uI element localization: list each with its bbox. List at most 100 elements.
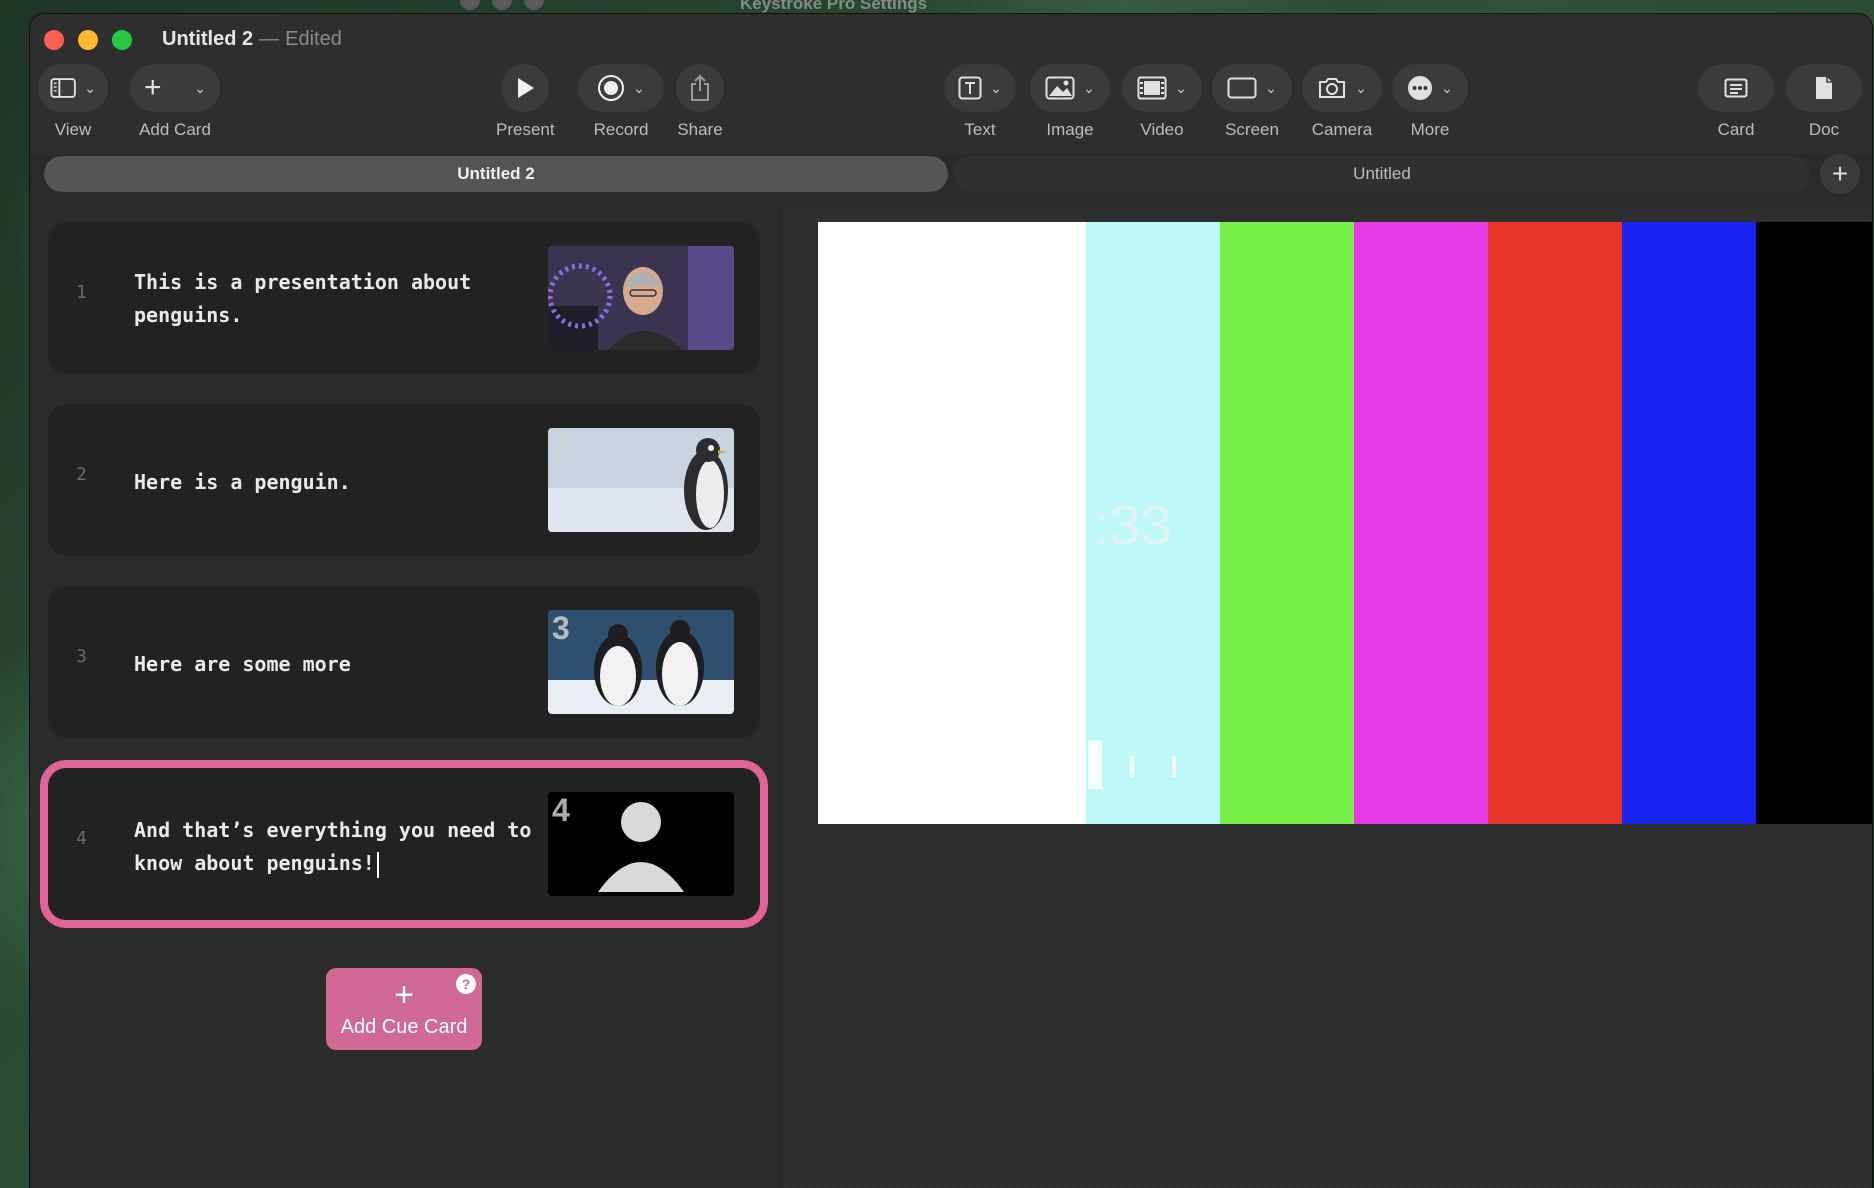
- record-icon: [598, 75, 625, 101]
- plus-icon: +: [144, 71, 162, 104]
- add-cue-card-label: Add Cue Card: [340, 1015, 468, 1038]
- plus-icon: +: [1831, 158, 1849, 189]
- doc-label: Doc: [1808, 120, 1840, 139]
- card-icon: [1724, 78, 1748, 98]
- cue-card-3[interactable]: 3 Here are some more 3: [48, 586, 760, 738]
- record-control: ⌄ Record: [578, 64, 664, 140]
- cue-card-text: And that’s everything you need to know a…: [134, 818, 532, 875]
- doc-view-control: Doc: [1786, 64, 1862, 140]
- help-icon[interactable]: ?: [456, 974, 476, 994]
- tab-bar: Untitled 2 Untitled +: [44, 154, 1860, 194]
- preview-overlay-time: :33: [1094, 493, 1172, 556]
- cue-card-text-editor[interactable]: And that’s everything you need to know a…: [134, 814, 574, 880]
- present-label: Present: [496, 120, 555, 139]
- more-control: ⌄ More: [1392, 64, 1468, 140]
- chevron-down-icon: ⌄: [1441, 79, 1453, 96]
- share-button[interactable]: [676, 64, 724, 112]
- zoom-window-button[interactable]: [112, 30, 132, 50]
- share-control: Share: [676, 64, 724, 140]
- camera-control: ⌄ Camera: [1302, 64, 1382, 140]
- chevron-down-icon: ⌄: [633, 79, 645, 96]
- cue-card-list: 1 This is a presentation about penguins.…: [30, 208, 782, 1188]
- doc-view-button[interactable]: [1786, 64, 1862, 112]
- cue-card-text[interactable]: Here is a penguin.: [134, 466, 574, 499]
- app-window: Untitled 2— Edited ⌄ View + ⌄ Add Card Pr…: [30, 14, 1872, 1188]
- close-window-button[interactable]: [44, 30, 64, 50]
- single-penguin-image: [548, 428, 734, 532]
- cue-card-number: 1: [76, 282, 87, 303]
- camera-button[interactable]: ⌄: [1302, 64, 1382, 112]
- plus-icon: +: [394, 975, 414, 1014]
- view-control: ⌄ View: [38, 64, 108, 140]
- chevron-down-icon: ⌄: [1265, 79, 1277, 96]
- penguins-thumbnail[interactable]: 3: [548, 610, 734, 714]
- add-card-label: Add Card: [139, 120, 211, 139]
- add-card-control: + ⌄ Add Card: [130, 64, 220, 140]
- view-label: View: [54, 120, 92, 139]
- cue-card-text[interactable]: Here are some more: [134, 648, 574, 681]
- share-label: Share: [677, 120, 723, 139]
- thumbnail-number: 4: [552, 792, 570, 828]
- cue-card-4[interactable]: 4 And that’s everything you need to know…: [48, 768, 760, 920]
- screen-control: ⌄ Screen: [1212, 64, 1292, 140]
- film-icon: [1137, 76, 1167, 100]
- more-button[interactable]: ⌄: [1392, 64, 1468, 112]
- chevron-down-icon: ⌄: [84, 79, 96, 96]
- color-bar-blue: [1622, 222, 1756, 824]
- cue-card-1[interactable]: 1 This is a presentation about penguins.: [48, 222, 760, 374]
- add-card-button[interactable]: + ⌄: [130, 64, 220, 112]
- screen-icon: [1227, 77, 1257, 99]
- video-label: Video: [1140, 120, 1184, 139]
- edited-status: Edited: [285, 28, 342, 50]
- text-control: ⌄ Text: [944, 64, 1016, 140]
- cue-card-text[interactable]: This is a presentation about penguins.: [134, 266, 574, 332]
- chevron-down-icon: ⌄: [194, 79, 206, 96]
- screen-label: Screen: [1225, 120, 1279, 139]
- image-icon: [1045, 76, 1075, 100]
- image-control: ⌄ Image: [1030, 64, 1110, 140]
- text-cursor: [376, 851, 379, 878]
- video-button[interactable]: ⌄: [1122, 64, 1202, 112]
- card-label: Card: [1717, 120, 1755, 139]
- placeholder-thumbnail[interactable]: 4: [548, 792, 734, 896]
- view-button[interactable]: ⌄: [38, 64, 108, 112]
- presenter-thumbnail[interactable]: [548, 246, 734, 350]
- toolbar: Untitled 2— Edited ⌄ View + ⌄ Add Card Pr…: [30, 14, 1872, 154]
- penguin-thumbnail[interactable]: 2: [548, 428, 734, 532]
- new-tab-button[interactable]: +: [1820, 154, 1860, 194]
- chevron-down-icon: ⌄: [1175, 79, 1187, 96]
- tab-untitled-2[interactable]: Untitled 2: [44, 156, 948, 192]
- tab-untitled[interactable]: Untitled: [954, 156, 1810, 192]
- window-controls: [44, 30, 132, 50]
- title-separator: —: [259, 28, 280, 50]
- color-bar-green: [1220, 222, 1354, 824]
- image-label: Image: [1046, 120, 1094, 139]
- cue-card-2[interactable]: 2 Here is a penguin. 2: [48, 404, 760, 556]
- card-view-control: Card: [1698, 64, 1774, 140]
- cue-card-number: 2: [76, 464, 87, 485]
- chevron-down-icon: ⌄: [990, 79, 1002, 96]
- record-button[interactable]: ⌄: [578, 64, 664, 112]
- thumbnail-number: 2: [552, 428, 570, 464]
- color-bar-red: [1488, 222, 1622, 824]
- image-button[interactable]: ⌄: [1030, 64, 1110, 112]
- record-label: Record: [593, 120, 649, 139]
- screen-button[interactable]: ⌄: [1212, 64, 1292, 112]
- text-label: Text: [964, 120, 996, 139]
- present-control: Present: [496, 64, 555, 140]
- camera-label: Camera: [1311, 120, 1373, 139]
- present-button[interactable]: [501, 64, 550, 112]
- window-title: Untitled 2— Edited: [162, 28, 342, 51]
- preview-canvas[interactable]: :33 ▌ı ı: [782, 208, 1872, 1188]
- person-placeholder-icon: [548, 792, 734, 896]
- two-penguins-image: [548, 610, 734, 714]
- minimize-window-button[interactable]: [78, 30, 98, 50]
- card-view-button[interactable]: [1698, 64, 1774, 112]
- text-button[interactable]: ⌄: [944, 64, 1016, 112]
- add-cue-card-button[interactable]: + Add Cue Card ?: [326, 968, 482, 1050]
- camera-icon: [1319, 78, 1346, 98]
- background-window-controls: [460, 0, 544, 10]
- presenter-webcam-image: [548, 246, 734, 350]
- cue-card-number: 3: [76, 646, 87, 667]
- color-bars-preview: :33 ▌ı ı: [818, 222, 1872, 824]
